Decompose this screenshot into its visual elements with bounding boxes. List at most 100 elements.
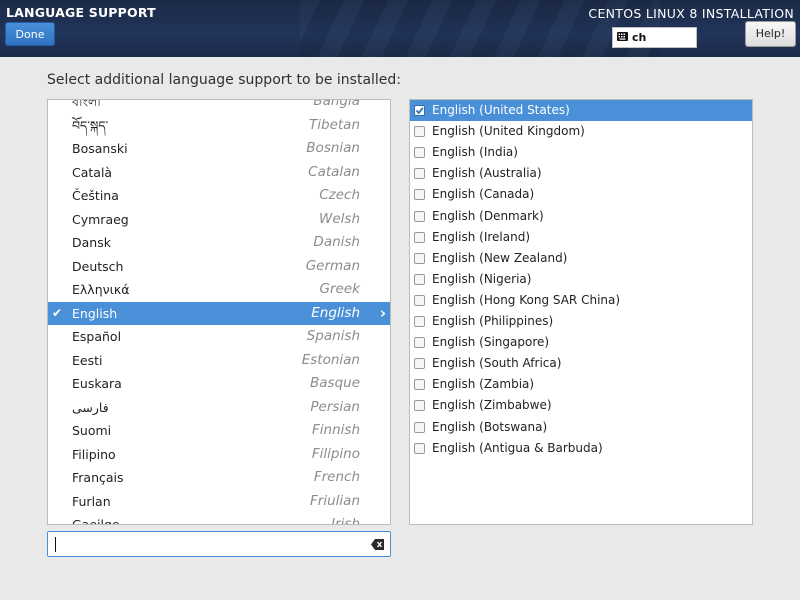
locale-label: English (Ireland) bbox=[432, 229, 531, 244]
help-button[interactable]: Help! bbox=[745, 21, 796, 47]
language-row[interactable]: Cymraeg Welsh bbox=[48, 208, 390, 231]
language-row[interactable]: Dansk Danish bbox=[48, 231, 390, 254]
locale-row[interactable]: English (South Africa) bbox=[410, 353, 752, 374]
locale-checkbox[interactable] bbox=[414, 168, 425, 180]
language-native-name: Dansk bbox=[72, 235, 111, 250]
locale-checkbox[interactable] bbox=[414, 316, 425, 327]
language-row[interactable]: বাংলা Bangla bbox=[48, 100, 390, 113]
language-native-name: Español bbox=[72, 329, 122, 344]
language-native-name: فارسی bbox=[72, 399, 109, 415]
language-row[interactable]: Filipino Filipino bbox=[48, 443, 390, 466]
language-english-name: Danish bbox=[313, 234, 360, 250]
locale-label: English (Nigeria) bbox=[432, 271, 532, 286]
keyboard-icon bbox=[617, 32, 628, 41]
locale-list[interactable]: English (United States) English (United K… bbox=[409, 99, 753, 525]
language-english-name: German bbox=[305, 257, 360, 274]
keyboard-layout-indicator[interactable]: ch bbox=[612, 27, 697, 48]
locale-checkbox[interactable] bbox=[414, 379, 425, 391]
done-button[interactable]: Done bbox=[5, 22, 55, 46]
clear-text-icon[interactable] bbox=[371, 539, 384, 550]
language-english-name: Welsh bbox=[319, 210, 360, 227]
locale-checkbox[interactable] bbox=[414, 252, 425, 264]
language-native-name: Euskara bbox=[72, 376, 122, 391]
checkmark-icon bbox=[415, 107, 424, 115]
locale-row[interactable]: English (United States) bbox=[410, 100, 752, 121]
language-english-name: Estonian bbox=[301, 351, 360, 368]
locale-row[interactable]: English (Canada) bbox=[410, 184, 752, 205]
language-english-name: Spanish bbox=[306, 328, 360, 344]
locale-row[interactable]: English (Denmark) bbox=[410, 206, 752, 227]
language-native-name: Deutsch bbox=[72, 258, 124, 274]
language-row[interactable]: ✔ › English English bbox=[48, 301, 390, 325]
locale-row[interactable]: English (Australia) bbox=[410, 163, 752, 184]
language-row[interactable]: Ελληνικά Greek bbox=[48, 278, 390, 301]
locale-checkbox[interactable] bbox=[414, 105, 425, 116]
language-search[interactable] bbox=[47, 531, 391, 557]
locale-checkbox[interactable] bbox=[414, 126, 425, 138]
language-row[interactable]: Bosanski Bosnian bbox=[48, 137, 390, 160]
language-row[interactable]: Español Spanish bbox=[48, 325, 390, 348]
language-row[interactable]: فارسی Persian bbox=[48, 396, 390, 419]
locale-label: English (Philippines) bbox=[432, 314, 554, 328]
language-native-name: Bosanski bbox=[72, 141, 128, 156]
locale-row[interactable]: English (Philippines) bbox=[410, 311, 752, 332]
locale-row[interactable]: English (New Zealand) bbox=[410, 248, 752, 269]
locale-label: English (Canada) bbox=[432, 187, 535, 202]
locale-checkbox[interactable] bbox=[414, 294, 425, 306]
locale-checkbox[interactable] bbox=[414, 273, 425, 285]
language-list[interactable]: বাংলা Bangla བོད་སྐད་ Tibetan Bosanski Bosnia… bbox=[47, 99, 391, 525]
locale-row[interactable]: English (Ireland) bbox=[410, 227, 752, 248]
locale-row[interactable]: English (Singapore) bbox=[410, 332, 752, 353]
language-row[interactable]: Gaeilge Irish bbox=[48, 513, 390, 525]
locale-checkbox[interactable] bbox=[414, 189, 425, 201]
locale-row[interactable]: English (Nigeria) bbox=[410, 269, 752, 290]
locale-label: English (Antigua & Barbuda) bbox=[432, 440, 603, 455]
locale-checkbox[interactable] bbox=[414, 358, 425, 370]
locale-label: English (New Zealand) bbox=[432, 250, 568, 265]
language-row[interactable]: བོད་སྐད་ Tibetan bbox=[48, 114, 390, 137]
language-english-name: Friulian bbox=[310, 492, 360, 509]
text-cursor bbox=[55, 537, 56, 552]
language-row[interactable]: Eesti Estonian bbox=[48, 349, 390, 372]
language-row[interactable]: Català Catalan bbox=[48, 161, 390, 184]
locale-row[interactable]: English (Antigua & Barbuda) bbox=[410, 438, 752, 459]
header-bar: LANGUAGE SUPPORT Done CENTOS LINUX 8 INS… bbox=[0, 0, 800, 57]
locale-checkbox[interactable] bbox=[414, 421, 425, 433]
language-native-name: Cymraeg bbox=[72, 211, 129, 227]
locale-row[interactable]: English (Zimbabwe) bbox=[410, 395, 752, 416]
instruction-label: Select additional language support to be… bbox=[47, 72, 402, 88]
locale-row[interactable]: English (India) bbox=[410, 142, 752, 163]
language-native-name: བོད་སྐད་ bbox=[72, 117, 109, 133]
language-row[interactable]: Suomi Finnish bbox=[48, 419, 390, 442]
locale-row[interactable]: English (Botswana) bbox=[410, 417, 752, 438]
locale-label: English (United States) bbox=[432, 103, 570, 117]
language-english-name: English bbox=[311, 304, 360, 321]
language-native-name: Français bbox=[72, 470, 124, 485]
language-row[interactable]: Euskara Basque bbox=[48, 372, 390, 395]
locale-checkbox[interactable] bbox=[414, 400, 425, 412]
language-english-name: Filipino bbox=[311, 445, 360, 462]
language-english-name: Basque bbox=[310, 375, 360, 391]
language-row[interactable]: Deutsch German bbox=[48, 255, 390, 278]
language-native-name: Suomi bbox=[72, 423, 112, 438]
locale-checkbox[interactable] bbox=[414, 442, 425, 454]
locale-label: English (Zimbabwe) bbox=[432, 398, 552, 413]
language-english-name: Finnish bbox=[312, 422, 360, 438]
search-input[interactable] bbox=[54, 535, 354, 553]
locale-row[interactable]: English (Hong Kong SAR China) bbox=[410, 290, 752, 311]
language-english-name: Bosnian bbox=[306, 140, 360, 156]
language-english-name: Irish bbox=[331, 516, 360, 525]
language-english-name: Catalan bbox=[308, 163, 360, 180]
language-row[interactable]: Čeština Czech bbox=[48, 184, 390, 207]
locale-checkbox[interactable] bbox=[414, 337, 425, 349]
locale-label: English (United Kingdom) bbox=[432, 124, 585, 139]
locale-checkbox[interactable] bbox=[414, 147, 425, 159]
locale-checkbox[interactable] bbox=[414, 210, 425, 222]
locale-row[interactable]: English (Zambia) bbox=[410, 374, 752, 395]
screen-title: LANGUAGE SUPPORT bbox=[6, 5, 156, 20]
locale-checkbox[interactable] bbox=[414, 231, 425, 243]
language-row[interactable]: Français French bbox=[48, 466, 390, 489]
language-row[interactable]: Furlan Friulian bbox=[48, 490, 390, 513]
locale-row[interactable]: English (United Kingdom) bbox=[410, 121, 752, 142]
language-native-name: Furlan bbox=[72, 493, 111, 509]
